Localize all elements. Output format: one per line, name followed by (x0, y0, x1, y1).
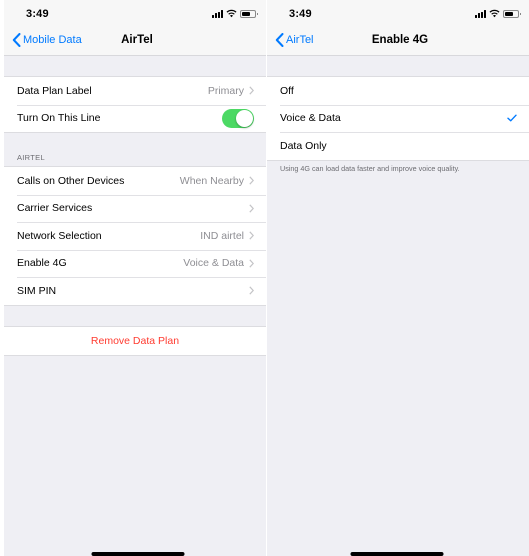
chevron-right-icon (249, 286, 254, 295)
row-label: SIM PIN (17, 284, 57, 297)
network-selection-row[interactable]: Network Selection IND airtel (4, 222, 266, 250)
chevron-right-icon (249, 259, 254, 268)
turn-on-line-toggle[interactable] (222, 108, 254, 128)
navigation-bar: Mobile Data AirTel (4, 26, 266, 56)
chevron-left-icon (275, 33, 284, 47)
status-bar: 3:49 (4, 0, 266, 26)
row-label: Carrier Services (17, 202, 93, 215)
carrier-services-row[interactable]: Carrier Services (4, 194, 266, 223)
row-label: Turn On This Line (17, 112, 101, 125)
row-value: IND airtel (200, 229, 244, 242)
remove-data-plan-button[interactable]: Remove Data Plan (4, 327, 266, 355)
home-indicator[interactable] (91, 552, 185, 556)
calls-other-devices-row[interactable]: Calls on Other Devices When Nearby (4, 167, 266, 195)
chevron-right-icon (249, 204, 254, 213)
back-button[interactable]: Mobile Data (12, 33, 82, 47)
status-time: 3:49 (26, 8, 49, 20)
plan-settings-group: Data Plan Label Primary Turn On This Lin… (4, 76, 266, 133)
wifi-icon (489, 9, 500, 18)
chevron-right-icon (249, 176, 254, 185)
chevron-left-icon (12, 33, 21, 47)
status-time: 3:49 (289, 8, 312, 20)
status-bar: 3:49 (267, 0, 529, 26)
remove-data-plan-label: Remove Data Plan (90, 334, 180, 347)
option-off[interactable]: Off (267, 77, 529, 105)
option-label: Off (280, 84, 294, 97)
option-voice-data[interactable]: Voice & Data (267, 104, 529, 133)
turn-on-line-row: Turn On This Line (4, 104, 266, 133)
section-header-airtel: AIRTEL (17, 153, 45, 162)
sim-pin-row[interactable]: SIM PIN (4, 277, 266, 305)
home-indicator[interactable] (350, 552, 444, 556)
carrier-settings-group: Calls on Other Devices When Nearby Carri… (4, 166, 266, 306)
remove-plan-group: Remove Data Plan (4, 326, 266, 356)
row-label: Network Selection (17, 229, 102, 242)
back-button[interactable]: AirTel (275, 33, 314, 47)
row-value: Voice & Data (183, 257, 244, 270)
back-button-label: AirTel (286, 34, 314, 46)
battery-icon (240, 9, 258, 18)
option-data-only[interactable]: Data Only (267, 132, 529, 160)
airtel-settings-screen: 3:49 Mobile Data AirTel Data Plan Label … (4, 0, 266, 556)
signal-icon (475, 9, 486, 18)
chevron-right-icon (249, 231, 254, 240)
4g-options-group: Off Voice & Data Data Only (267, 76, 529, 161)
row-label: Calls on Other Devices (17, 174, 125, 187)
enable-4g-row[interactable]: Enable 4G Voice & Data (4, 249, 266, 278)
data-plan-label-row[interactable]: Data Plan Label Primary (4, 77, 266, 105)
enable-4g-screen: 3:49 AirTel Enable 4G Off Voice & Data D… (267, 0, 529, 556)
option-label: Data Only (280, 139, 327, 152)
navigation-bar: AirTel Enable 4G (267, 26, 529, 56)
row-label: Enable 4G (17, 257, 67, 270)
row-value: Primary (207, 84, 244, 97)
row-label: Data Plan Label (17, 84, 92, 97)
checkmark-icon (507, 114, 517, 122)
wifi-icon (226, 9, 237, 18)
signal-icon (212, 9, 223, 18)
toggle-knob (236, 109, 253, 127)
footer-description: Using 4G can load data faster and improv… (280, 164, 460, 173)
row-value: When Nearby (179, 174, 244, 187)
chevron-right-icon (249, 86, 254, 95)
option-label: Voice & Data (280, 112, 341, 125)
battery-icon (503, 9, 521, 18)
back-button-label: Mobile Data (23, 34, 82, 46)
